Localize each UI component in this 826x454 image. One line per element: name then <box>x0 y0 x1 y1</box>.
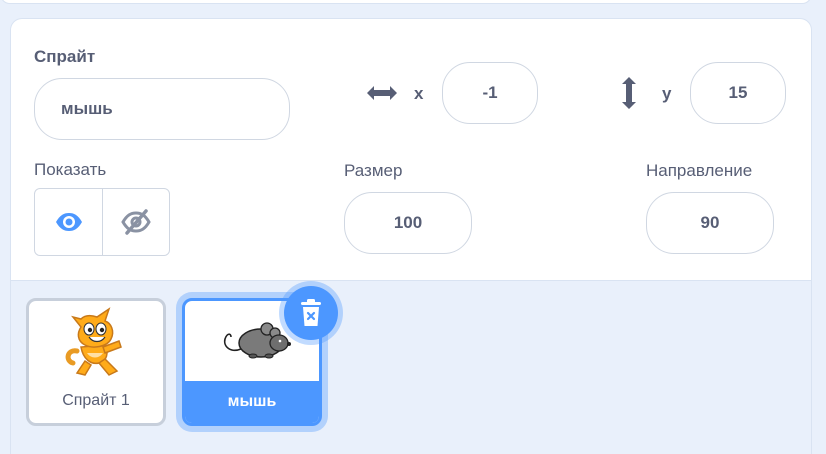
visibility-toggle <box>34 188 170 256</box>
x-position-input[interactable]: -1 <box>442 62 538 124</box>
size-label: Размер <box>344 161 403 180</box>
sprite-name-label: Спрайт <box>34 47 96 66</box>
y-position-input[interactable]: 15 <box>690 62 786 124</box>
stage-bottom-edge <box>0 0 812 4</box>
delete-sprite-button[interactable] <box>284 286 338 340</box>
sprite-card-label: мышь <box>185 381 319 423</box>
x-label: x <box>414 84 424 103</box>
trash-icon <box>301 299 321 326</box>
show-sprite-button[interactable] <box>35 189 102 255</box>
direction-label: Направление <box>646 161 753 180</box>
vertical-arrows-icon <box>622 77 636 109</box>
show-label: Показать <box>34 160 107 179</box>
hide-sprite-button[interactable] <box>102 189 169 255</box>
horizontal-arrows-icon <box>367 86 397 100</box>
y-label: y <box>662 84 672 103</box>
mouse-costume-icon <box>223 322 291 359</box>
size-input[interactable]: 100 <box>344 192 472 254</box>
sprite-name-input[interactable]: мышь <box>34 78 290 140</box>
eye-icon <box>55 213 82 231</box>
top-strip <box>0 0 826 10</box>
eye-slash-icon <box>121 209 151 235</box>
scratch-cat-costume-icon <box>65 307 122 376</box>
direction-input[interactable]: 90 <box>646 192 774 254</box>
sprite-card-sprite1[interactable]: Спрайт 1 <box>26 298 166 426</box>
sprite-card-label: Спрайт 1 <box>62 392 130 409</box>
